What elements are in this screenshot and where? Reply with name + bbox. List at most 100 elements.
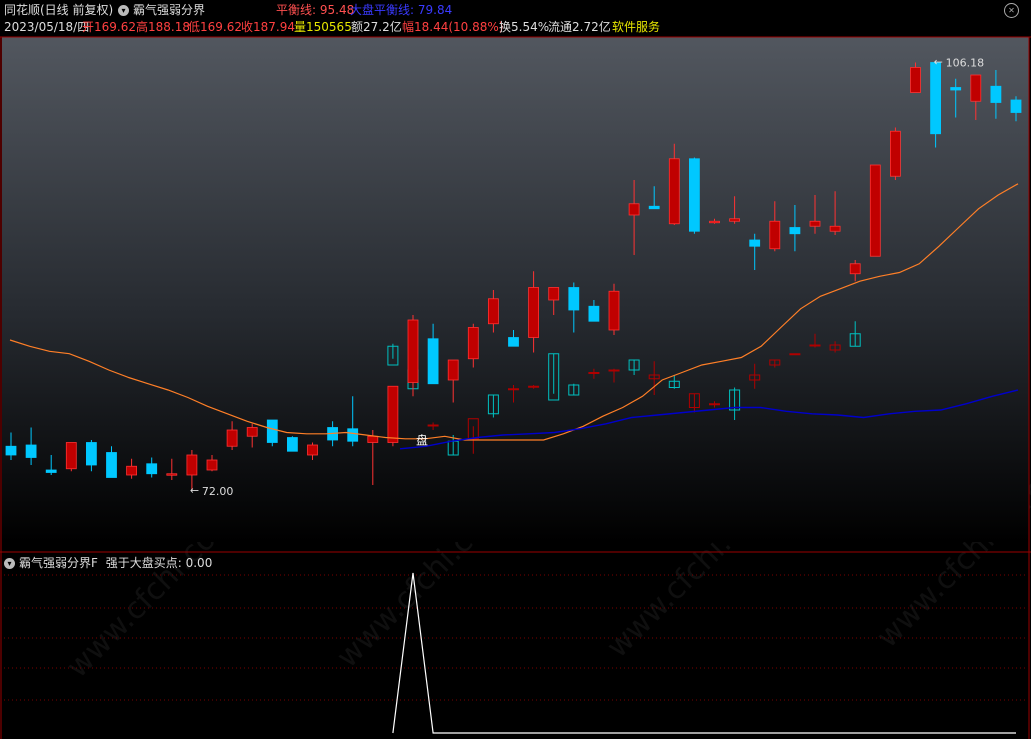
price-candle-body: [307, 444, 318, 456]
volume-value: 150565: [306, 20, 352, 34]
quote-volume: 量150565: [294, 18, 352, 36]
min-price-marker: ← 72.00: [190, 484, 234, 498]
title-bar: 同花顺(日线 前复权) ▾ 霸气强弱分界 平衡线: 95.48 大盘平衡线: 79…: [0, 0, 1031, 20]
price-candle: [286, 436, 298, 452]
chevron-down-icon[interactable]: ▾: [4, 558, 15, 569]
price-candle-body: [367, 435, 379, 443]
price-candle-body: [910, 67, 921, 93]
price-candle-body: [65, 442, 77, 470]
index-balance-readout: 大盘平衡线: 79.84: [350, 0, 452, 20]
sub-series-label: 强于大盘买点:: [105, 556, 182, 570]
index-candle-body: [789, 353, 801, 356]
price-candle-body: [166, 473, 178, 476]
balance-line-readout: 平衡线: 95.48: [276, 0, 354, 20]
price-candle-body: [186, 454, 198, 476]
price-candle-body: [849, 263, 861, 275]
price-candle-body: [789, 227, 801, 235]
price-candle-body: [608, 290, 620, 331]
index-candle-body: [608, 369, 620, 372]
turnover-value: 5.54%: [511, 20, 550, 34]
price-candle-body: [950, 87, 962, 91]
svg-text:←: ←: [190, 484, 199, 497]
open-label: 开: [82, 20, 95, 34]
quote-amount: 额27.2亿: [351, 18, 402, 36]
price-candle: [689, 157, 700, 234]
indicator-selector[interactable]: ▾ 霸气强弱分界: [118, 0, 205, 20]
low-value: 169.62: [200, 20, 243, 34]
close-icon[interactable]: ✕: [1004, 3, 1019, 18]
sub-series-value: 0.00: [185, 556, 213, 570]
index-candle: [789, 353, 801, 356]
price-candle-body: [648, 205, 660, 210]
price-candle-body: [689, 158, 700, 232]
low-label: 低: [188, 20, 201, 34]
quote-date: 2023/05/18/四: [4, 20, 90, 34]
sector-link[interactable]: 软件服务: [612, 18, 660, 36]
amount-label: 额: [351, 20, 364, 34]
amount-value: 27.2亿: [363, 20, 402, 34]
open-value: 169.62: [94, 20, 137, 34]
max-price-label: 106.18: [946, 56, 985, 69]
change-label: 幅: [402, 20, 415, 34]
price-candle-body: [106, 452, 117, 478]
change-value: 18.44(10.88%): [414, 20, 504, 34]
price-candle-body: [508, 337, 519, 347]
chart-canvas: ← 106.18 ← 72.00 盘: [0, 36, 1031, 739]
price-candle-body: [146, 463, 158, 475]
quote-change: 幅18.44(10.88%): [402, 18, 504, 36]
float-label: 流通: [548, 20, 573, 34]
price-candle-body: [467, 327, 479, 360]
price-candle-body: [809, 220, 821, 227]
price-candle-body: [668, 158, 680, 225]
min-price-label: 72.00: [202, 485, 234, 498]
turnover-label: 换: [499, 20, 512, 34]
quote-open: 开169.62: [82, 18, 136, 36]
price-candle-body: [266, 419, 278, 443]
price-candle-body: [769, 220, 781, 250]
index-balance-label: 大盘平衡线:: [350, 3, 415, 17]
index-candle-body: [588, 372, 600, 374]
quote-info-bar: 2023/05/18/四 开169.62 高188.18 低169.62 收18…: [0, 18, 1031, 36]
price-candle: [608, 283, 620, 335]
price-candle-body: [749, 239, 761, 247]
float-value: 2.72亿: [572, 20, 611, 34]
price-candle-body: [387, 385, 399, 443]
price-candle: [890, 127, 901, 180]
price-candle-body: [427, 338, 439, 385]
high-value: 188.18: [148, 20, 191, 34]
price-candle-body: [1010, 99, 1022, 113]
index-marker-label: 盘: [416, 432, 428, 447]
price-candle-body: [628, 203, 640, 216]
price-candle-body: [126, 465, 137, 476]
index-candle-body: [809, 344, 821, 347]
price-candle-body: [5, 445, 17, 456]
price-candle-body: [990, 85, 1002, 103]
balance-line-label: 平衡线:: [276, 3, 317, 17]
sub-indicator-name: 霸气强弱分界F: [19, 556, 98, 570]
price-candle-body: [829, 225, 841, 232]
price-candle-body: [548, 287, 560, 301]
quote-turnover: 换5.54%: [499, 18, 549, 36]
index-candle-body: [427, 424, 439, 427]
quote-float: 流通2.72亿: [548, 18, 611, 36]
price-candle-body: [206, 459, 218, 471]
buy-signal-line: [392, 572, 1016, 734]
quote-high: 高188.18: [136, 18, 190, 36]
index-candle-body: [508, 388, 519, 391]
sub-chart-title: ▾ 霸气强弱分界F 强于大盘买点: 0.00: [4, 555, 212, 571]
quote-close: 收187.94: [241, 18, 295, 36]
price-candle-body: [869, 164, 881, 257]
volume-label: 量: [294, 20, 307, 34]
price-candle-body: [709, 220, 720, 224]
price-candle-body: [86, 442, 97, 466]
chevron-down-icon[interactable]: ▾: [118, 5, 129, 16]
indicator-name: 霸气强弱分界: [133, 3, 206, 17]
price-candle-body: [729, 218, 740, 222]
price-candle-body: [286, 437, 298, 452]
index-balance-value: 79.84: [417, 3, 453, 17]
price-candle-body: [447, 359, 459, 381]
index-candle-body: [528, 385, 540, 388]
quote-low: 低169.62: [188, 18, 242, 36]
price-candle-body: [246, 427, 258, 437]
index-candle-body: [709, 403, 720, 406]
